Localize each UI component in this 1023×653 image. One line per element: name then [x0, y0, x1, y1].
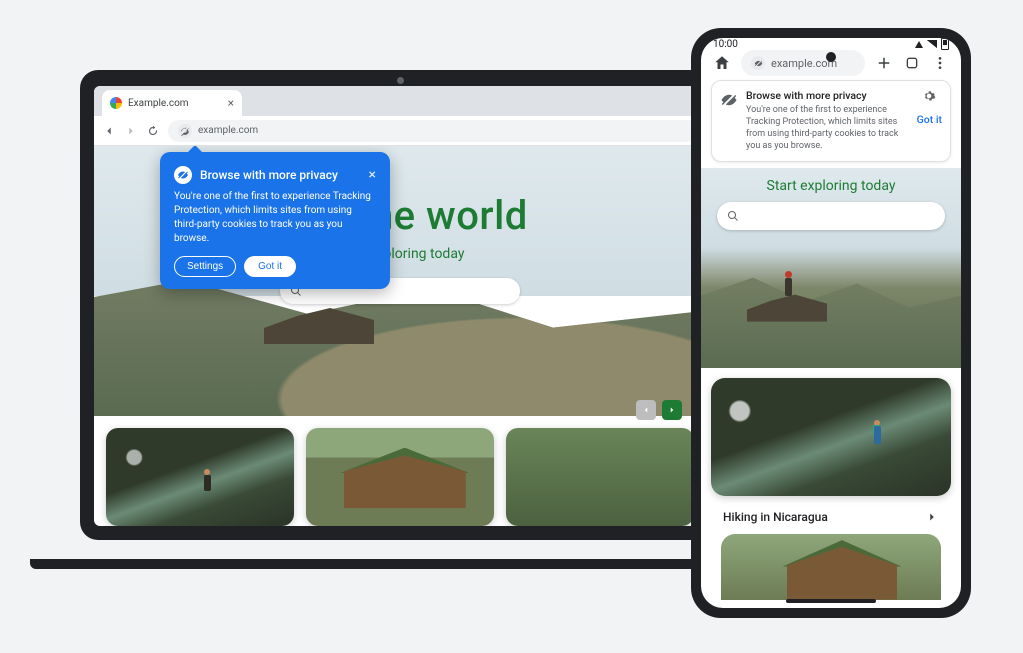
gallery-card[interactable]: [306, 428, 494, 526]
laptop-bezel: Example.com ×: [80, 70, 720, 540]
mobile-card[interactable]: [721, 534, 941, 600]
status-time: 10:00: [713, 39, 738, 50]
tab-title: Example.com: [128, 98, 189, 109]
omnibox-url: example.com: [198, 125, 258, 136]
favicon-icon: [110, 97, 122, 109]
privacy-eye-icon: [720, 91, 738, 109]
tab-close-icon[interactable]: ×: [228, 96, 234, 110]
notice-body: You're one of the first to experience Tr…: [746, 104, 909, 153]
wifi-icon: [915, 41, 923, 48]
popover-body: You're one of the first to experience Tr…: [174, 190, 376, 246]
back-icon[interactable]: [102, 124, 116, 138]
home-icon[interactable]: [713, 54, 731, 72]
privacy-eye-icon: [174, 166, 192, 184]
mobile-hero-subheadline: Start exploring today: [701, 168, 961, 194]
mobile-search-input[interactable]: [717, 202, 945, 230]
mobile-card-row[interactable]: Hiking in Nicaragua: [711, 504, 951, 534]
tracking-protection-icon[interactable]: [751, 56, 765, 70]
mobile-card[interactable]: [711, 378, 951, 496]
reload-icon[interactable]: [146, 124, 160, 138]
gallery-cards: [106, 428, 694, 526]
popover-title: Browse with more privacy: [200, 168, 361, 182]
gallery-card[interactable]: [106, 428, 294, 526]
omnibox[interactable]: example.com: [168, 120, 698, 142]
tabs-icon[interactable]: [903, 54, 921, 72]
gallery-prev-button[interactable]: [636, 400, 656, 420]
laptop-screen: Example.com ×: [94, 86, 706, 526]
phone-camera: [826, 52, 836, 62]
privacy-popover: Browse with more privacy × You're one of…: [160, 152, 390, 289]
chevron-right-icon: [925, 510, 939, 524]
status-bar: 10:00: [701, 38, 961, 50]
mobile-privacy-notice: Browse with more privacy You're one of t…: [711, 80, 951, 162]
card-title: Hiking in Nicaragua: [723, 510, 828, 524]
gallery-nav: [636, 400, 682, 420]
notice-gotit-button[interactable]: Got it: [917, 113, 942, 126]
browser-tab[interactable]: Example.com ×: [102, 90, 242, 116]
tracking-protection-icon[interactable]: [178, 124, 192, 138]
signal-icon: [927, 40, 937, 48]
gallery-next-button[interactable]: [662, 400, 682, 420]
mobile-omnibox[interactable]: example.com: [741, 50, 865, 76]
new-tab-icon[interactable]: [875, 54, 893, 72]
mobile-hero: Start exploring today: [701, 168, 961, 368]
phone-device: 10:00 example.com: [691, 28, 971, 618]
menu-icon[interactable]: [931, 54, 949, 72]
gallery-card[interactable]: [506, 428, 694, 526]
popover-settings-button[interactable]: Settings: [174, 256, 236, 277]
forward-icon[interactable]: [124, 124, 138, 138]
search-icon: [727, 210, 739, 222]
gesture-bar: [786, 599, 876, 603]
mobile-card-list: Hiking in Nicaragua: [701, 368, 961, 608]
phone-screen: 10:00 example.com: [701, 38, 961, 608]
browser-toolbar: example.com: [94, 116, 706, 146]
laptop-base: [30, 559, 770, 569]
popover-close-icon[interactable]: ×: [369, 168, 376, 182]
notice-settings-icon[interactable]: [922, 89, 936, 103]
tab-strip: Example.com ×: [94, 86, 706, 116]
battery-icon: [941, 38, 949, 50]
laptop-device: Example.com ×: [80, 70, 720, 565]
laptop-camera: [397, 77, 404, 84]
notice-title: Browse with more privacy: [746, 89, 909, 102]
page-content: avel the world Start exploring today Br: [94, 146, 706, 526]
popover-gotit-button[interactable]: Got it: [244, 256, 296, 277]
